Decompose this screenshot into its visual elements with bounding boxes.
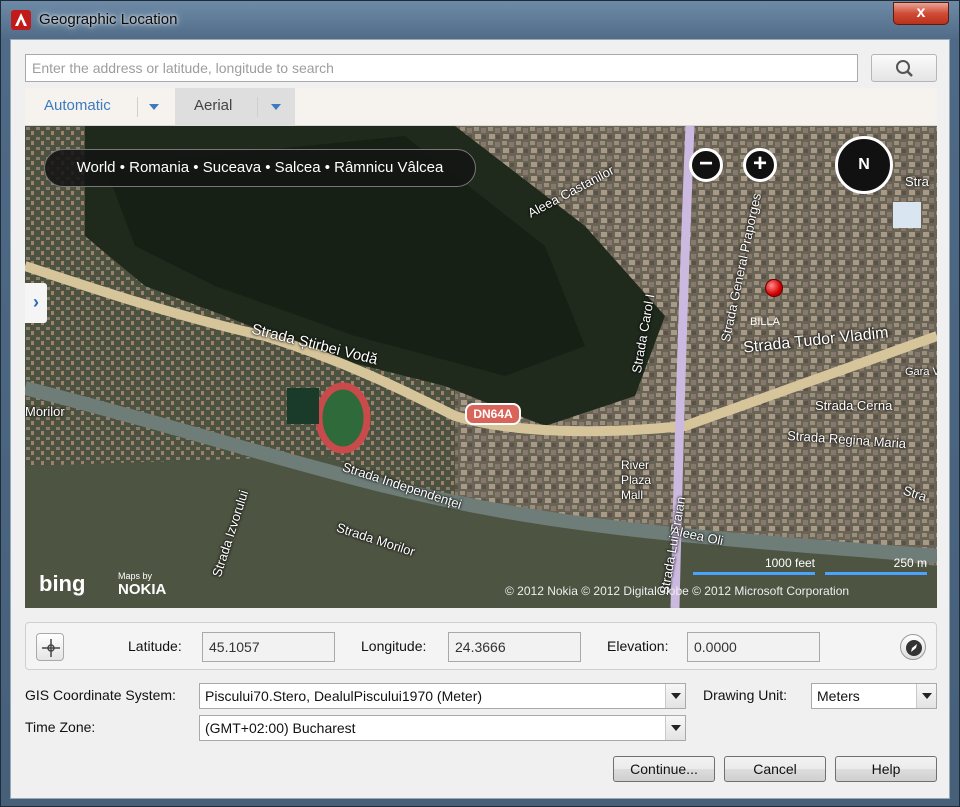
tab-divider bbox=[137, 97, 138, 117]
poi-label: BILLA bbox=[750, 316, 780, 328]
tab-automatic[interactable]: Automatic bbox=[25, 88, 175, 126]
cancel-button[interactable]: Cancel bbox=[724, 756, 826, 782]
gis-coordinate-system-label: GIS Coordinate System: bbox=[25, 687, 176, 703]
chevron-down-icon[interactable] bbox=[916, 684, 936, 708]
aerial-map-view[interactable]: World • Romania • Suceava • Salcea • Râm… bbox=[25, 126, 937, 608]
zoom-out-button[interactable]: − bbox=[689, 148, 723, 182]
road-label: Strada Cerna bbox=[815, 398, 893, 413]
poi-label: River Plaza Mall bbox=[621, 458, 652, 502]
close-button[interactable]: x bbox=[893, 2, 949, 25]
latitude-field[interactable]: 45.1057 bbox=[202, 632, 335, 662]
chevron-down-icon[interactable] bbox=[665, 684, 685, 708]
chevron-right-icon: › bbox=[33, 292, 39, 312]
aerial-imagery bbox=[25, 126, 937, 608]
time-zone-label: Time Zone: bbox=[25, 719, 96, 735]
zoom-in-button[interactable]: + bbox=[743, 148, 777, 182]
compass-icon bbox=[906, 640, 922, 656]
search-icon bbox=[896, 60, 913, 77]
longitude-field[interactable]: 24.3666 bbox=[448, 632, 581, 662]
tab-automatic-label: Automatic bbox=[44, 97, 111, 114]
plus-icon: + bbox=[752, 150, 767, 177]
close-icon: x bbox=[916, 4, 926, 21]
map-type-tabs: Automatic Aerial bbox=[25, 88, 937, 126]
chevron-down-icon[interactable] bbox=[665, 716, 685, 740]
side-panel-toggle[interactable]: › bbox=[25, 283, 47, 323]
elevation-field[interactable]: 0.0000 bbox=[687, 632, 820, 662]
compass-control[interactable]: N bbox=[835, 136, 893, 194]
scale-feet-label: 1000 feet bbox=[764, 556, 815, 570]
gis-coordinate-system-value: Piscului70.Stero, DealulPiscului1970 (Me… bbox=[205, 688, 483, 704]
compass-north-icon: N bbox=[858, 156, 870, 173]
scale-meters-label: 250 m bbox=[893, 556, 927, 570]
latitude-label: Latitude: bbox=[128, 638, 182, 654]
tab-divider bbox=[257, 97, 258, 117]
geographic-location-dialog: Geographic Location x Automatic Aerial bbox=[0, 0, 960, 807]
title-bar[interactable]: Geographic Location x bbox=[1, 1, 959, 39]
location-breadcrumb[interactable]: World • Romania • Suceava • Salcea • Râm… bbox=[44, 149, 476, 187]
continue-button[interactable]: Continue... bbox=[613, 756, 715, 782]
chevron-down-icon[interactable] bbox=[271, 104, 281, 110]
crosshair-icon bbox=[42, 639, 60, 657]
coordinate-panel: Latitude: 45.1057 Longitude: 24.3666 Ele… bbox=[25, 622, 937, 670]
dialog-client-area: Automatic Aerial bbox=[10, 39, 950, 799]
autocad-icon bbox=[11, 10, 31, 30]
drawing-unit-label: Drawing Unit: bbox=[703, 687, 788, 703]
chevron-down-icon[interactable] bbox=[149, 104, 159, 110]
elevation-label: Elevation: bbox=[607, 638, 669, 654]
help-button[interactable]: Help bbox=[835, 756, 937, 782]
navigate-button[interactable] bbox=[900, 634, 926, 660]
gis-coordinate-system-select[interactable]: Piscului70.Stero, DealulPiscului1970 (Me… bbox=[199, 683, 686, 709]
location-search-input[interactable] bbox=[25, 54, 858, 82]
nokia-logo: Maps by NOKIA bbox=[118, 569, 166, 597]
search-button[interactable] bbox=[871, 54, 937, 82]
window-title: Geographic Location bbox=[39, 11, 178, 28]
scale-bar-meters bbox=[825, 572, 927, 575]
time-zone-value: (GMT+02:00) Bucharest bbox=[205, 720, 356, 736]
tab-aerial-label: Aerial bbox=[194, 97, 233, 114]
locate-point-button[interactable] bbox=[36, 633, 64, 661]
scale-bar-feet bbox=[693, 572, 815, 575]
tab-aerial[interactable]: Aerial bbox=[175, 88, 295, 126]
longitude-label: Longitude: bbox=[361, 638, 427, 654]
bing-logo: bing bbox=[39, 571, 86, 596]
road-label: Morilor bbox=[25, 404, 65, 419]
drawing-unit-value: Meters bbox=[817, 688, 860, 704]
road-label: Stra bbox=[905, 174, 929, 189]
location-pin-icon[interactable] bbox=[765, 279, 783, 297]
drawing-unit-select[interactable]: Meters bbox=[811, 683, 937, 709]
nokia-label: NOKIA bbox=[118, 581, 167, 598]
road-label: Gara Vâl bbox=[905, 366, 937, 378]
minus-icon: − bbox=[698, 150, 713, 177]
map-copyright: © 2012 Nokia © 2012 DigitalGlobe © 2012 … bbox=[505, 584, 850, 598]
route-shield: DN64A bbox=[465, 403, 521, 425]
time-zone-select[interactable]: (GMT+02:00) Bucharest bbox=[199, 715, 686, 741]
